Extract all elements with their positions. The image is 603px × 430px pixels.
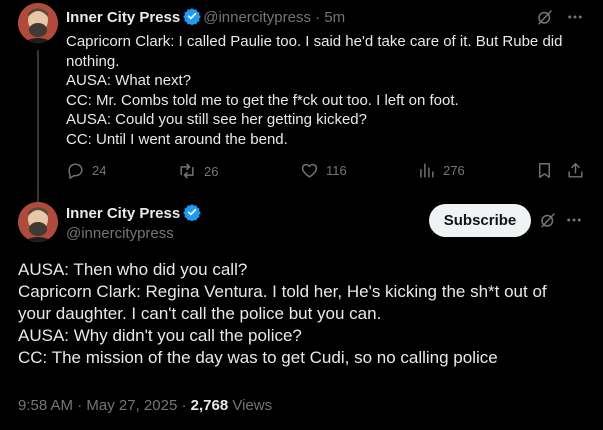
- tweet-line: AUSA: Then who did you call?: [18, 260, 248, 279]
- repost-icon: [180, 163, 194, 179]
- tweet-line: CC: The mission of the day was to get Cu…: [18, 348, 498, 367]
- separator-dot: ·: [315, 9, 321, 26]
- views-label: Views: [232, 397, 273, 414]
- views-button[interactable]: 276: [417, 161, 465, 180]
- tweet-line: Capricorn Clark: I called Paulie too. I …: [66, 33, 563, 50]
- post-date[interactable]: May 27, 2025: [86, 397, 177, 414]
- tweet-1-actions: 24 26 116 276: [66, 161, 586, 181]
- views-count: 2,768: [190, 397, 229, 414]
- views-count: 276: [443, 163, 465, 178]
- reply-count: 24: [92, 163, 107, 178]
- verified-badge-icon: [183, 7, 201, 26]
- tweet-line: CC: Mr. Combs told me to get the f*ck ou…: [66, 91, 459, 109]
- tweet-2-text: AUSA: Then who did you call? Capricorn C…: [18, 259, 593, 369]
- bookmark-button[interactable]: [535, 161, 554, 180]
- tweet-line: AUSA: What next?: [66, 72, 192, 89]
- tweet-line: nothing.: [66, 52, 120, 70]
- tweet-line: CC: Until I went around the bend.: [66, 130, 288, 148]
- reply-icon: [68, 163, 83, 179]
- author-handle[interactable]: @innercitypress: [66, 224, 174, 244]
- tweet-1-text: Capricorn Clark: I called Paulie too. I …: [66, 32, 591, 149]
- views-icon: [420, 163, 434, 178]
- verified-badge-icon: [183, 203, 201, 222]
- thread-line: [37, 50, 39, 202]
- more-icon[interactable]: [564, 210, 584, 230]
- share-icon: [568, 163, 583, 178]
- tweet-1-header: Inner City Press @innercitypress · 5m: [66, 7, 345, 28]
- like-count: 116: [326, 163, 347, 178]
- subscribe-button[interactable]: Subscribe: [429, 204, 531, 237]
- grok-icon[interactable]: [535, 7, 555, 27]
- tweet-2-author: Inner City Press: [66, 203, 203, 224]
- tweet-2: Inner City Press @innercitypress Subscri…: [0, 195, 603, 430]
- post-time[interactable]: 9:58 AM: [18, 397, 73, 414]
- reply-button[interactable]: 24: [66, 161, 106, 180]
- tweet-line: AUSA: Could you still see her getting ki…: [66, 111, 367, 128]
- grok-icon[interactable]: [538, 210, 558, 230]
- more-icon[interactable]: [565, 7, 585, 27]
- author-handle[interactable]: @innercitypress: [203, 9, 311, 26]
- tweet-2-meta: 9:58 AM · May 27, 2025 · 2,768 Views: [18, 397, 273, 414]
- tweet-1-top-icons: [535, 7, 585, 27]
- repost-count: 26: [204, 163, 219, 179]
- avatar[interactable]: [18, 3, 58, 43]
- tweet-line: AUSA: Why didn't you call the police?: [18, 326, 302, 345]
- share-button[interactable]: [566, 161, 585, 180]
- bookmark-icon: [539, 163, 550, 178]
- like-icon: [301, 163, 318, 178]
- timestamp[interactable]: 5m: [324, 9, 345, 26]
- tweet-1: Inner City Press @innercitypress · 5m Cap…: [0, 0, 603, 202]
- tweet-line: your daughter. I can't call the police b…: [18, 304, 382, 323]
- author-name[interactable]: Inner City Press: [66, 205, 180, 222]
- repost-button[interactable]: 26: [177, 161, 218, 181]
- author-name[interactable]: Inner City Press: [66, 9, 180, 26]
- avatar[interactable]: [18, 202, 58, 242]
- like-button[interactable]: 116: [300, 161, 347, 180]
- tweet-line: Capricorn Clark: Regina Ventura. I told …: [18, 282, 547, 301]
